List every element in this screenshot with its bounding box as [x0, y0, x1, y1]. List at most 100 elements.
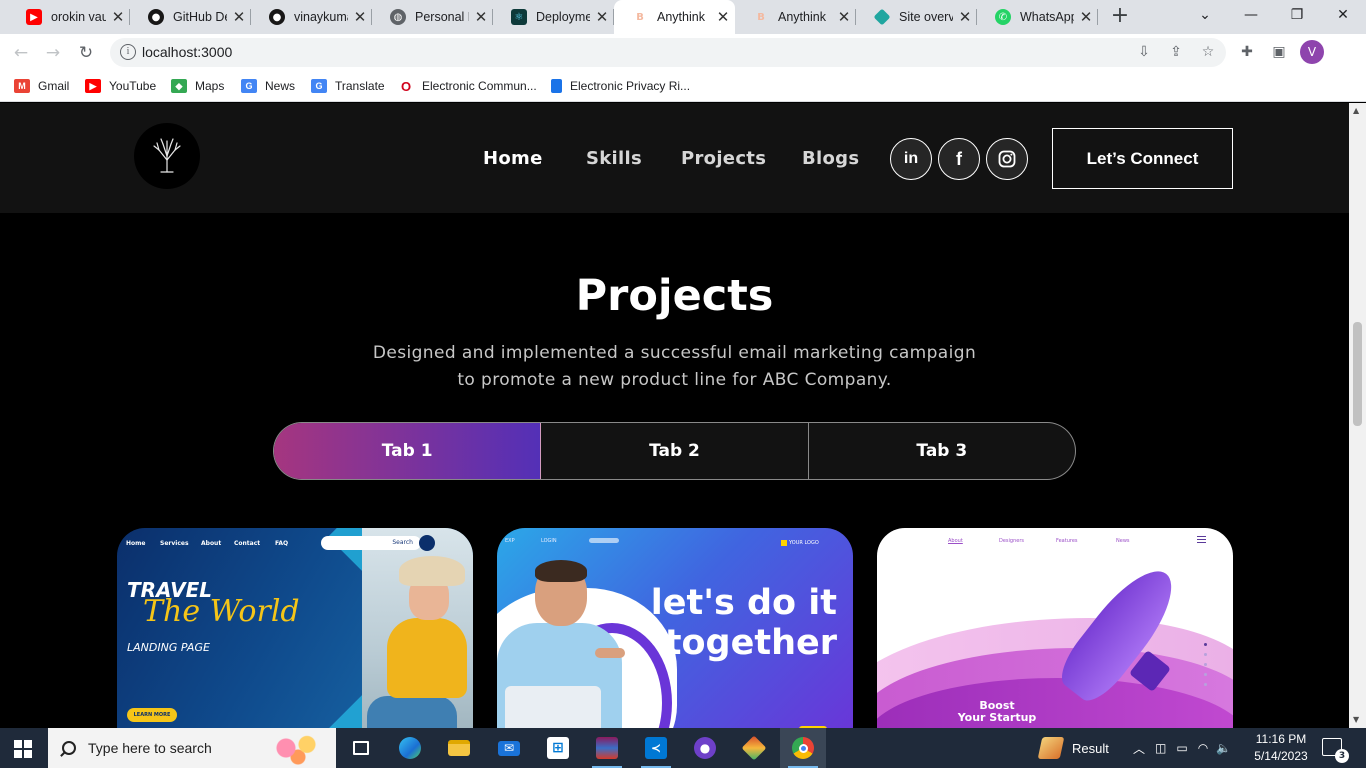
close-tab-icon[interactable]: ✕ [348, 8, 372, 26]
bookmark-star-icon[interactable]: ☆ [1198, 42, 1218, 62]
close-tab-icon[interactable]: ✕ [590, 8, 614, 26]
nav-link-home[interactable]: Home [483, 148, 543, 169]
browser-tab-2[interactable]: ● GitHub De ✕ [130, 0, 251, 34]
system-tray-icons: ︿ ◫ ▭ ◠ 🔈 [1133, 728, 1231, 768]
notification-center-icon[interactable]: 3 [1322, 738, 1349, 763]
share-icon[interactable]: ⇪ [1166, 42, 1186, 62]
site-info-icon[interactable]: i [120, 44, 136, 60]
windows-start-icon[interactable] [14, 740, 32, 758]
winrar-icon[interactable] [584, 728, 630, 768]
profile-avatar[interactable]: V [1300, 40, 1324, 64]
chrome-icon[interactable] [780, 728, 826, 768]
bookmark-maps[interactable]: ◆ Maps [171, 77, 224, 95]
mock-nav-item: Features [1056, 538, 1078, 544]
close-tab-icon[interactable]: ✕ [469, 8, 493, 26]
close-tab-icon[interactable]: ✕ [953, 8, 977, 26]
site-navbar: Home Skills Projects Blogs in f Let’s Co… [0, 103, 1349, 213]
edge-icon[interactable] [387, 728, 433, 768]
browser-tab-5[interactable]: ⚛ Deploymen ✕ [493, 0, 614, 34]
bookmark-news[interactable]: G News [241, 77, 295, 95]
bookmark-label: YouTube [109, 79, 157, 93]
browser-tab-3[interactable]: ● vinaykuma ✕ [251, 0, 372, 34]
address-bar[interactable]: i localhost:3000 [110, 38, 1226, 67]
site-logo[interactable] [134, 123, 200, 189]
project-card-startup[interactable]: About Designers Features News Boost Your… [877, 528, 1233, 728]
new-tab-button[interactable]: + [1108, 4, 1132, 28]
volume-icon[interactable]: 🔈 [1216, 741, 1231, 755]
browser-tab-4[interactable]: ◍ Personal P ✕ [372, 0, 493, 34]
close-tab-icon[interactable]: ✕ [227, 8, 251, 26]
back-arrow-icon[interactable]: ← [8, 40, 34, 66]
reload-icon[interactable]: ↻ [73, 40, 99, 66]
battery-icon[interactable]: ▭ [1176, 741, 1187, 755]
side-panel-icon[interactable]: ▣ [1269, 42, 1289, 62]
tab-2[interactable]: Tab 2 [541, 423, 809, 479]
close-tab-icon[interactable]: ✕ [106, 8, 130, 26]
lets-connect-button[interactable]: Let’s Connect [1052, 128, 1233, 189]
clock-time: 11:16 PM [1255, 732, 1307, 746]
whatsapp-icon: ✆ [995, 9, 1011, 25]
nav-link-projects[interactable]: Projects [681, 148, 766, 169]
restore-button[interactable]: ❐ [1274, 0, 1320, 30]
browser-tab-7[interactable]: B Anythink ✕ [735, 0, 856, 34]
bookmark-translate[interactable]: G Translate [311, 77, 385, 95]
bookmark-electronic-communications[interactable]: O Electronic Commun... [398, 77, 537, 95]
mail-icon[interactable]: ✉ [486, 728, 532, 768]
minimize-button[interactable]: — [1228, 0, 1274, 30]
pager-dot [1204, 663, 1207, 666]
close-tab-icon[interactable]: ✕ [1074, 8, 1098, 26]
project-card-travel[interactable]: Home Services About Contact FAQ Search T… [117, 528, 473, 728]
tray-app-result[interactable]: Result [1037, 728, 1109, 768]
search-highlight-flowers-icon [268, 730, 328, 766]
wifi-icon[interactable]: ◠ [1198, 741, 1208, 755]
project-card-together[interactable]: EXP LOGIN YOUR LOGO let's do it together [497, 528, 853, 728]
instagram-button[interactable] [986, 138, 1028, 180]
taskbar-search-placeholder: Type here to search [88, 740, 212, 756]
tab-search-chevron-icon[interactable]: ⌄ [1182, 0, 1228, 30]
projects-description: Designed and implemented a successful em… [350, 340, 999, 394]
close-window-button[interactable]: ✕ [1320, 0, 1366, 30]
browser-tab-9[interactable]: ✆ WhatsApp ✕ [977, 0, 1098, 34]
meet-now-icon[interactable]: ◫ [1155, 741, 1166, 755]
mock-nav-item: Services [160, 540, 189, 547]
mock-link: LOGIN [541, 538, 557, 544]
nav-link-blogs[interactable]: Blogs [802, 148, 859, 169]
chevron-up-icon[interactable]: ︿ [1133, 740, 1145, 757]
browser-tab-title: Deploymen [536, 10, 590, 24]
mock-nav-item: About [948, 538, 963, 544]
browser-tab-6-active[interactable]: B Anythink ✕ [614, 0, 735, 34]
scroll-down-arrow-icon[interactable]: ▼ [1353, 715, 1359, 724]
file-explorer-icon[interactable] [436, 728, 482, 768]
taskbar-search-box[interactable]: Type here to search [48, 728, 336, 768]
nav-link-skills[interactable]: Skills [586, 148, 642, 169]
tab-1[interactable]: Tab 1 [274, 423, 542, 479]
install-app-icon[interactable]: ⇩ [1134, 42, 1154, 62]
vscode-icon[interactable]: ≺ [633, 728, 679, 768]
scroll-up-arrow-icon[interactable]: ▲ [1353, 106, 1359, 115]
browser-tab-1[interactable]: ▶ orokin vau ✕ [8, 0, 130, 34]
photo-figure-sweater [387, 618, 467, 698]
github-desktop-icon[interactable]: ● [682, 728, 728, 768]
forward-arrow-icon[interactable]: → [40, 40, 66, 66]
logo-square-icon [781, 540, 787, 546]
store-icon[interactable]: ⊞ [535, 728, 581, 768]
task-view-icon[interactable] [338, 728, 384, 768]
bookmark-electronic-privacy[interactable]: Electronic Privacy Ri... [551, 77, 690, 95]
pager-dot [1204, 643, 1207, 646]
browser-tab-title: vinaykuma [294, 10, 348, 24]
browser-tab-8[interactable]: Site overvi ✕ [856, 0, 977, 34]
scrollbar-thumb[interactable] [1353, 322, 1362, 426]
git-icon[interactable] [731, 728, 777, 768]
bookmark-youtube[interactable]: ▶ YouTube [85, 77, 156, 95]
bookmark-gmail[interactable]: M Gmail [14, 77, 69, 95]
linkedin-button[interactable]: in [890, 138, 932, 180]
url-text[interactable]: localhost:3000 [142, 44, 232, 60]
close-tab-icon[interactable]: ✕ [832, 8, 856, 26]
extensions-puzzle-icon[interactable]: ✚ [1237, 42, 1257, 62]
facebook-button[interactable]: f [938, 138, 980, 180]
page-scrollbar[interactable]: ▲ ▼ [1349, 103, 1366, 728]
taskbar-clock[interactable]: 11:16 PM 5/14/2023 [1246, 731, 1316, 765]
tab-3[interactable]: Tab 3 [809, 423, 1075, 479]
close-tab-icon[interactable]: ✕ [711, 8, 735, 26]
facebook-icon: f [956, 148, 962, 169]
